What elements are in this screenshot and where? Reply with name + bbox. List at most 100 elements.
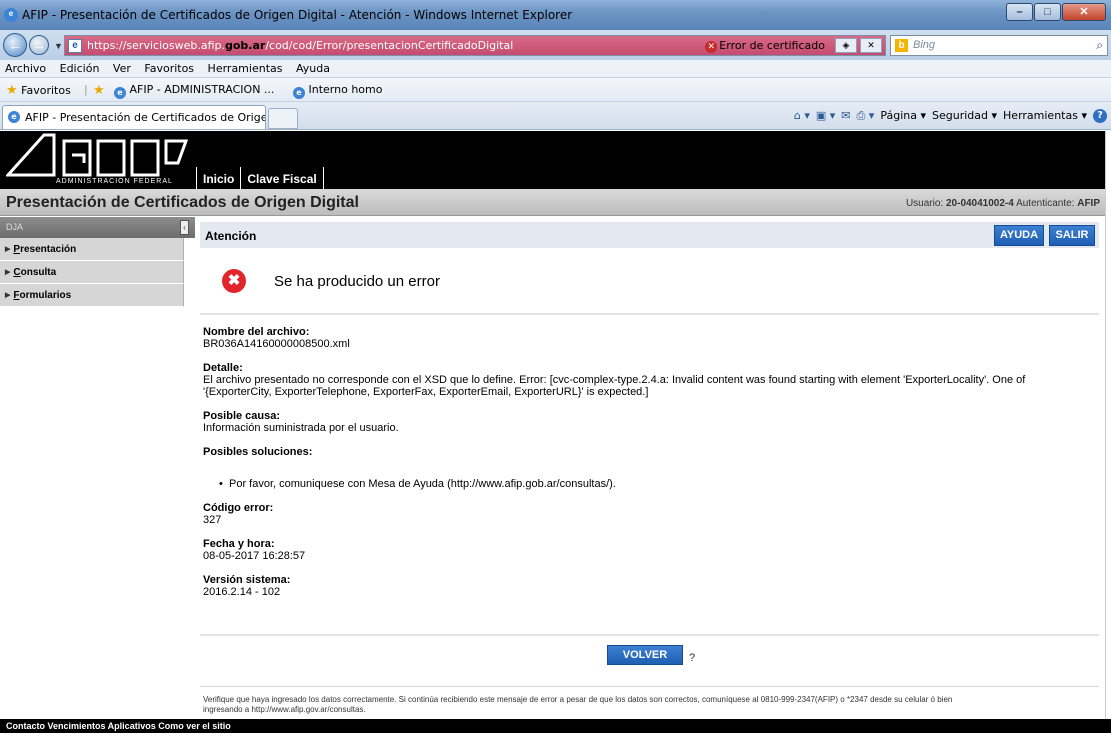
certificate-error[interactable]: ✕ Error de certificado	[705, 39, 825, 53]
solutions-list: Por favor, comuniquese con Mesa de Ayuda…	[203, 478, 1096, 490]
solutions-label: Posibles soluciones:	[203, 446, 313, 458]
code-label: Código error:	[203, 502, 274, 514]
url-text[interactable]: https://serviciosweb.afip.gob.ar/cod/cod…	[87, 39, 513, 52]
page-menu[interactable]: Página ▾	[880, 109, 926, 123]
print-icon[interactable]: ⎙ ▾	[857, 109, 875, 123]
maximize-button[interactable]: □	[1034, 3, 1061, 21]
main-panel: Atención AYUDA SALIR ✖ Se ha producido u…	[200, 222, 1099, 714]
date-value: 08-05-2017 16:28:57	[203, 550, 306, 562]
afip-logo-mark	[4, 133, 189, 177]
error-icon: ✖	[222, 269, 246, 293]
address-bar[interactable]: e https://serviciosweb.afip.gob.ar/cod/c…	[64, 35, 886, 56]
detail-value: El archivo presentado no corresponde con…	[203, 374, 1026, 398]
home-icon[interactable]: ⌂ ▾	[794, 109, 810, 123]
feeds-icon[interactable]: ▣ ▾	[816, 109, 835, 123]
mail-icon[interactable]: ✉	[841, 109, 850, 123]
footnote: Verifique que haya ingresado los datos c…	[203, 695, 953, 714]
close-button[interactable]: ✕	[1062, 3, 1106, 21]
add-favorite-icon[interactable]: ★	[93, 83, 105, 98]
search-placeholder: Bing	[913, 39, 936, 51]
cause-label: Posible causa:	[203, 410, 281, 422]
address-row: ← → ▼ e https://serviciosweb.afip.gob.ar…	[0, 30, 1111, 60]
bing-icon: b	[895, 39, 908, 52]
page-icon: e	[68, 39, 82, 53]
code-value: 327	[203, 514, 222, 526]
compatibility-icon[interactable]: ◈	[835, 38, 857, 53]
afip-logo[interactable]: ADMINISTRACION FEDERAL	[4, 133, 189, 187]
user-info: Usuario: 20-04041002-4 Autenticante: AFI…	[905, 198, 1100, 209]
divider	[200, 686, 1099, 687]
nav-clave-fiscal[interactable]: Clave Fiscal	[240, 167, 324, 189]
arrow-right-icon: ▶	[5, 292, 11, 299]
menu-edicion[interactable]: Edición	[55, 60, 105, 75]
ie-page-icon: e	[8, 111, 20, 123]
cert-error-icon: ✕	[705, 41, 718, 53]
minimize-button[interactable]: –	[1006, 3, 1033, 21]
stop-icon[interactable]: ✕	[860, 38, 882, 53]
search-box[interactable]: b Bing ⌕	[890, 35, 1108, 56]
divider	[200, 634, 1099, 636]
tab-afip[interactable]: e AFIP - Presentación de Certificados de…	[2, 105, 266, 129]
history-dropdown-icon[interactable]: ▼	[54, 41, 63, 51]
new-tab-button[interactable]	[268, 108, 298, 129]
app-title: Presentación de Certificados de Origen D…	[6, 194, 359, 211]
error-details: Nombre del archivo: BR036A14160000008500…	[203, 326, 1096, 610]
help-button[interactable]: AYUDA	[994, 225, 1044, 246]
ie-icon: e	[4, 8, 18, 22]
sidebar-header: DJA ‹	[0, 217, 195, 238]
tools-menu[interactable]: Herramientas ▾	[1003, 109, 1087, 123]
consultas-link[interactable]: http://www.afip.gov.ar/consultas.	[251, 705, 365, 714]
window-title-bar: e AFIP - Presentación de Certificados de…	[0, 0, 1111, 30]
search-icon[interactable]: ⌕	[1096, 38, 1103, 53]
arrow-right-icon: ▶	[5, 269, 11, 276]
sidebar-item-presentacion[interactable]: ▶ Presentación	[0, 238, 184, 261]
back-button-volver[interactable]: VOLVER	[607, 645, 683, 665]
back-button[interactable]: ←	[3, 33, 27, 57]
security-menu[interactable]: Seguridad ▾	[932, 109, 997, 123]
sidebar: DJA ‹ ▶ Presentación ▶ Consulta ▶ Formulari…	[0, 217, 195, 717]
favorites-button[interactable]: ★ Favoritos	[6, 83, 71, 98]
date-label: Fecha y hora:	[203, 538, 275, 550]
tab-row: e AFIP - Presentación de Certificados de…	[0, 102, 1111, 130]
panel-title: Atención	[205, 229, 257, 243]
app-title-bar: Presentación de Certificados de Origen D…	[0, 189, 1105, 216]
footer-links[interactable]: Contacto Vencimientos Aplicativos Como v…	[0, 719, 1111, 733]
help-question-link[interactable]: ?	[689, 652, 695, 664]
arrow-right-icon: ▶	[5, 246, 11, 253]
favorites-separator: |	[84, 83, 88, 96]
ie-page-icon: e	[293, 87, 305, 99]
panel-header: Atención AYUDA SALIR	[200, 222, 1099, 248]
nav-inicio[interactable]: Inicio	[196, 167, 240, 189]
menu-favoritos[interactable]: Favoritos	[139, 60, 199, 75]
favorite-link-afip[interactable]: e AFIP - ADMINISTRACION ...	[114, 83, 274, 99]
menu-bar: Archivo Edición Ver Favoritos Herramient…	[0, 60, 1111, 78]
menu-ver[interactable]: Ver	[108, 60, 136, 75]
favorites-bar: ★ Favoritos | ★ e AFIP - ADMINISTRACION …	[0, 78, 1111, 102]
version-value: 2016.2.14 - 102	[203, 586, 281, 598]
star-icon: ★	[6, 83, 18, 98]
top-nav: Inicio Clave Fiscal	[196, 167, 324, 189]
collapse-sidebar-button[interactable]: ‹	[180, 220, 189, 235]
error-header: ✖ Se ha producido un error	[200, 248, 1099, 315]
error-title: Se ha producido un error	[274, 273, 440, 290]
forward-button[interactable]: →	[29, 35, 49, 55]
help-icon[interactable]: ?	[1093, 109, 1107, 123]
menu-archivo[interactable]: Archivo	[0, 60, 51, 75]
version-label: Versión sistema:	[203, 574, 291, 586]
detail-label: Detalle:	[203, 362, 243, 374]
menu-ayuda[interactable]: Ayuda	[291, 60, 335, 75]
sidebar-item-formularios[interactable]: ▶ Formularios	[0, 284, 184, 307]
command-bar: ⌂ ▾ ▣ ▾ ✉ ⎙ ▾ Página ▾ Seguridad ▾ Herra…	[794, 109, 1107, 123]
favorite-link-interno[interactable]: e Interno homo	[293, 83, 382, 99]
menu-herramientas[interactable]: Herramientas	[203, 60, 288, 75]
list-item: Por favor, comuniquese con Mesa de Ayuda…	[219, 478, 1096, 490]
file-label: Nombre del archivo:	[203, 326, 310, 338]
sidebar-item-consulta[interactable]: ▶ Consulta	[0, 261, 184, 284]
file-value: BR036A14160000008500.xml	[203, 338, 350, 350]
window-controls: – □ ✕	[1006, 3, 1106, 21]
scrollbar[interactable]	[1105, 131, 1111, 719]
cause-value: Información suministrada por el usuario.	[203, 422, 399, 434]
ie-page-icon: e	[114, 87, 126, 99]
exit-button[interactable]: SALIR	[1049, 225, 1095, 246]
window-title: AFIP - Presentación de Certificados de O…	[22, 8, 573, 22]
